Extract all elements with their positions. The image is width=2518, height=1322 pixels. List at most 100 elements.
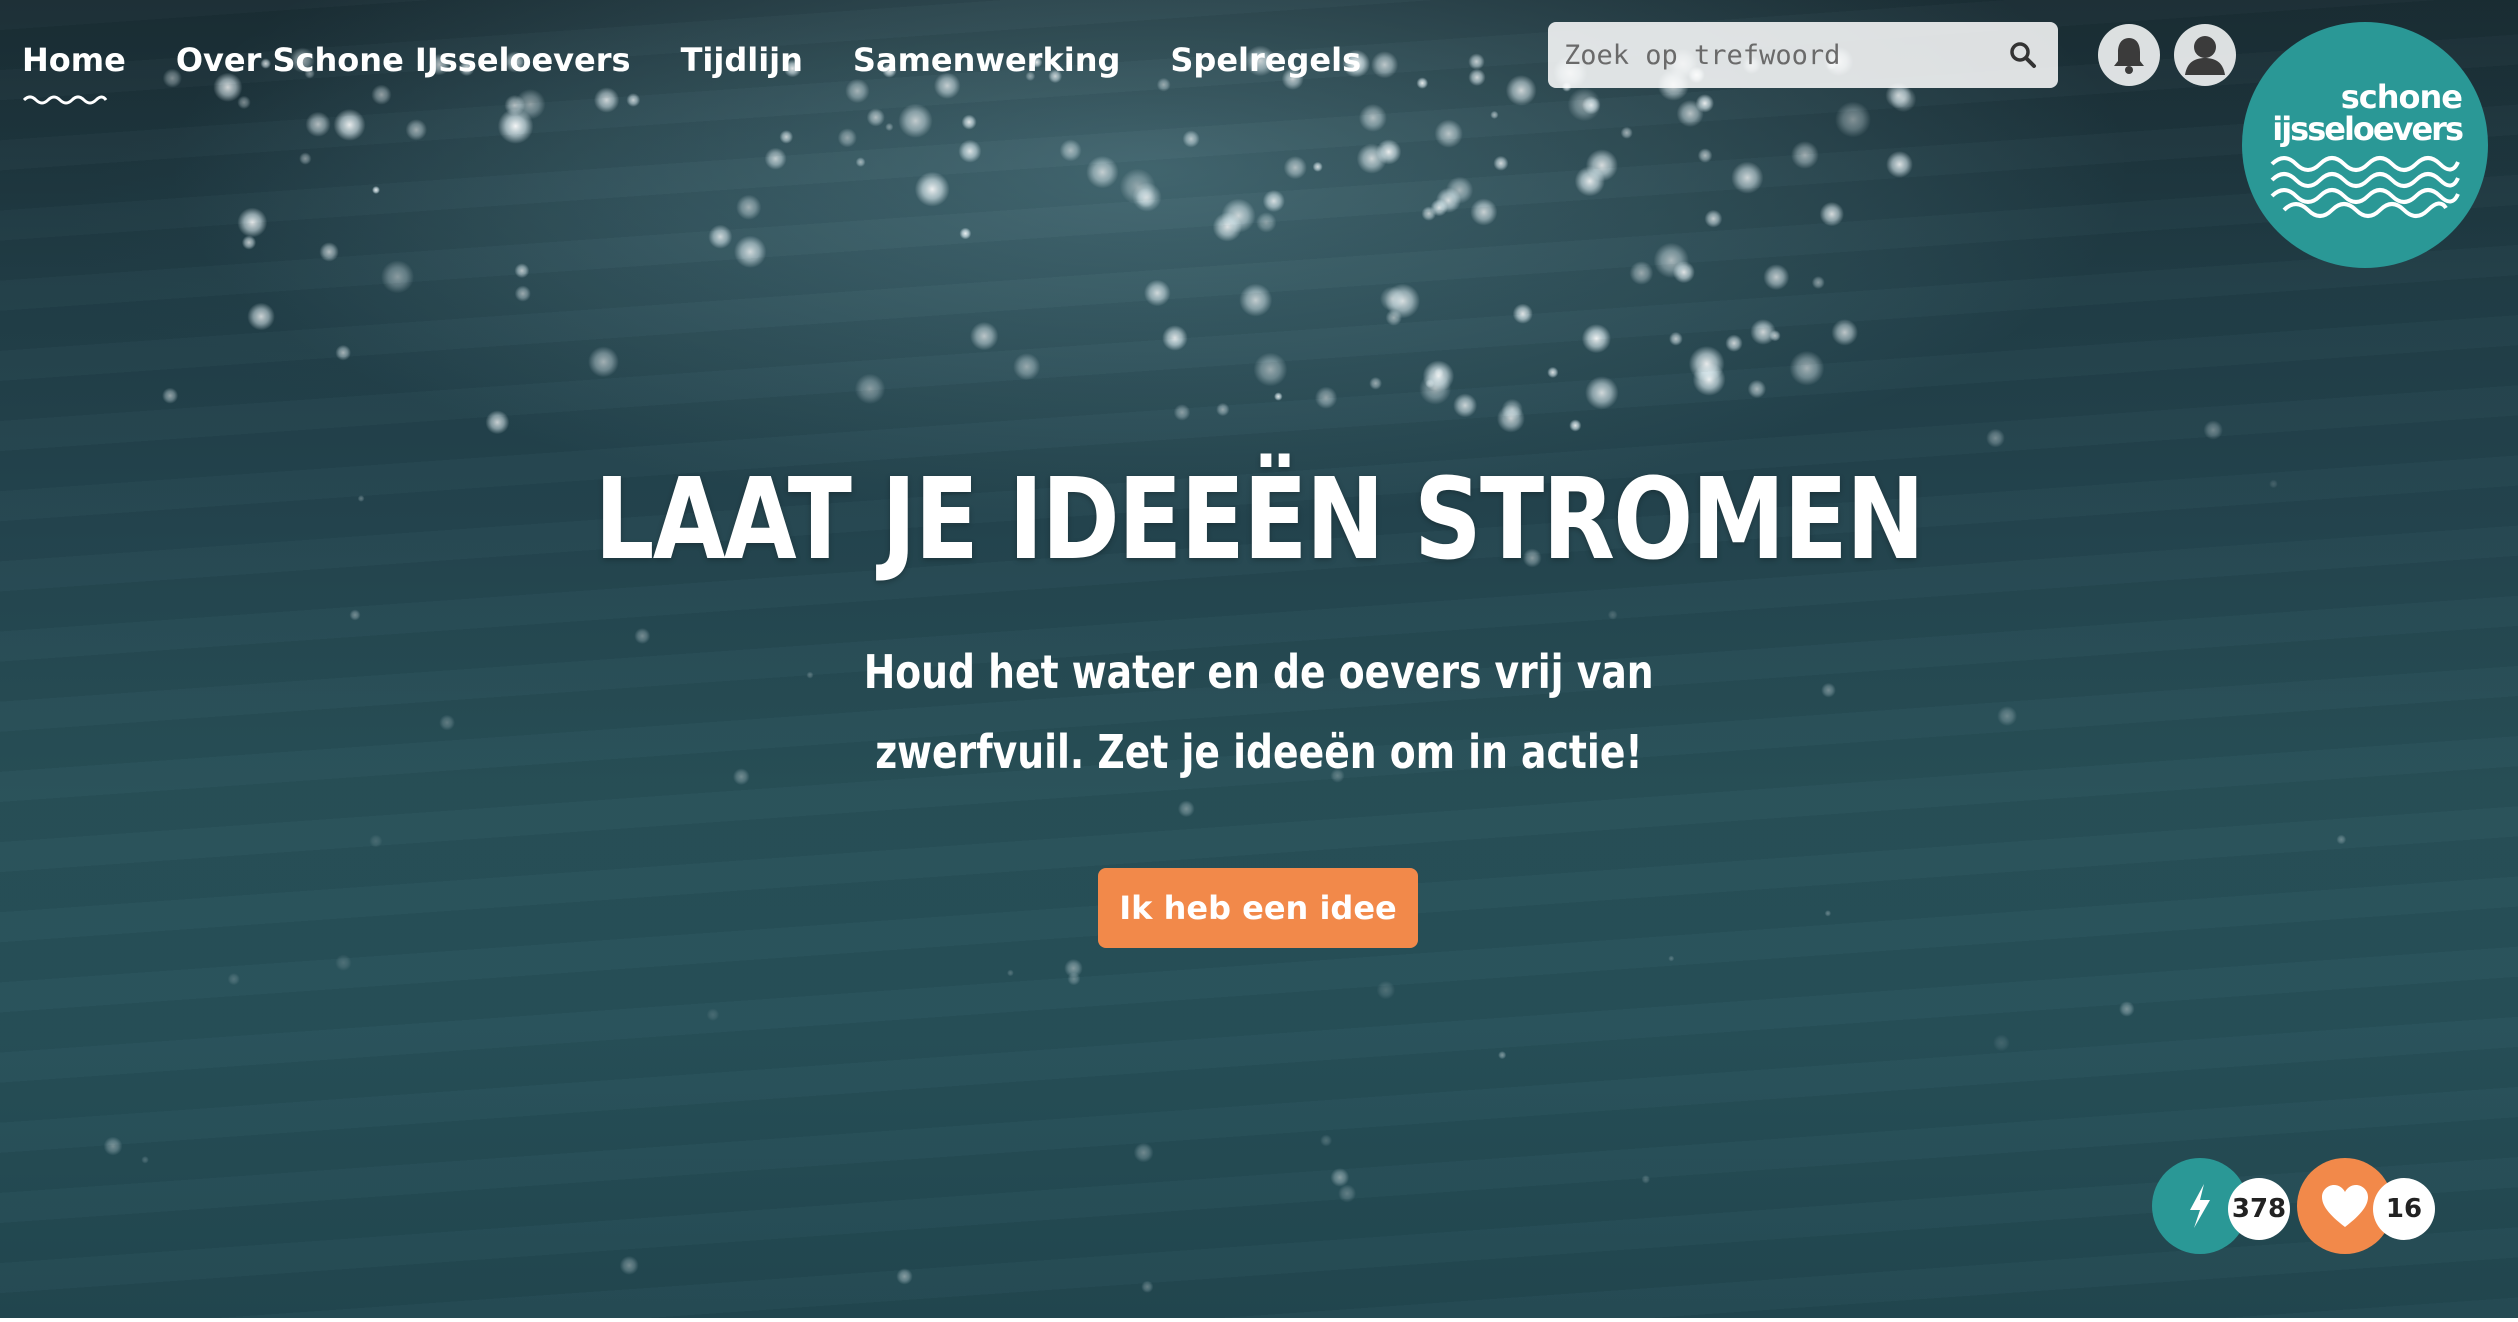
light-bubble <box>1256 212 1277 233</box>
light-bubble <box>1676 99 1704 128</box>
light-bubble <box>405 119 427 141</box>
light-bubble <box>1013 353 1041 381</box>
light-bubble <box>1582 96 1601 115</box>
light-bubble <box>1574 166 1605 197</box>
light-bubble <box>485 410 510 435</box>
logo-waves-icon <box>2270 156 2460 218</box>
light-bubble <box>734 235 767 268</box>
light-bubble <box>588 346 619 378</box>
light-bubble <box>1581 324 1611 354</box>
light-bubble <box>1986 428 2005 448</box>
light-bubble <box>1692 363 1726 396</box>
light-bubble <box>1470 198 1498 226</box>
site-logo[interactable]: schone ijsseloevers <box>2242 22 2488 268</box>
nav-item-samenwerking[interactable]: Samenwerking <box>853 36 1120 84</box>
nav-item-label: Samenwerking <box>852 41 1121 79</box>
light-bubble <box>1505 75 1537 106</box>
light-bubble <box>515 89 546 120</box>
light-bubble <box>1064 958 1083 978</box>
light-bubble <box>1890 86 1917 113</box>
light-bubble <box>1763 264 1790 291</box>
light-bubble <box>779 130 794 144</box>
light-bubble <box>1731 161 1764 194</box>
light-bubble <box>958 139 982 163</box>
nav-item-tijdlijn[interactable]: Tijdlijn <box>681 36 803 84</box>
nav-item-over[interactable]: Over Schone IJsseloevers <box>176 36 631 84</box>
light-bubble <box>1567 87 1602 122</box>
light-bubble <box>305 111 331 137</box>
notifications-button[interactable] <box>2098 24 2160 86</box>
light-bubble <box>1419 372 1452 405</box>
light-bubble <box>1253 352 1288 387</box>
light-bubble <box>1585 149 1618 182</box>
light-bubble <box>1725 334 1743 352</box>
light-bubble <box>1221 198 1256 233</box>
nav-item-spelregels[interactable]: Spelregels <box>1170 36 1361 84</box>
light-bubble <box>1421 206 1437 221</box>
light-bubble <box>1695 94 1715 113</box>
light-bubble <box>141 1156 149 1164</box>
nav-item-home[interactable]: Home <box>22 36 126 105</box>
light-bubble <box>514 263 530 279</box>
light-bubble <box>1668 955 1675 962</box>
nav-item-label: Spelregels <box>1170 41 1362 79</box>
light-bubble <box>1430 199 1448 217</box>
light-bubble <box>1547 366 1559 378</box>
light-bubble <box>237 207 268 238</box>
light-bubble <box>1422 360 1455 392</box>
light-bubble <box>1607 610 1618 620</box>
light-bubble <box>369 834 383 848</box>
light-bubble <box>1067 972 1081 986</box>
light-bubble <box>371 84 392 105</box>
light-bubble <box>1376 139 1402 165</box>
light-bubble <box>1144 279 1171 307</box>
light-bubble <box>1385 309 1403 326</box>
light-bubble <box>1338 1184 1357 1203</box>
light-bubble <box>335 954 352 971</box>
light-bubble <box>1177 800 1195 818</box>
light-bubble <box>764 147 787 170</box>
light-bubble <box>914 171 950 207</box>
light-bubble <box>1672 261 1695 284</box>
search-bar <box>1548 22 2058 88</box>
light-bubble <box>896 1268 913 1285</box>
light-bubble <box>237 95 251 110</box>
light-bubble <box>1133 1142 1154 1163</box>
light-bubble <box>1141 1280 1154 1293</box>
light-bubble <box>1789 350 1825 386</box>
light-bubble <box>247 302 275 331</box>
light-bubble <box>1688 345 1725 382</box>
light-bubble <box>1132 182 1162 212</box>
light-bubble <box>1416 77 1429 89</box>
account-button[interactable] <box>2174 24 2236 86</box>
nav-item-label: Tijdlijn <box>680 41 803 79</box>
light-bubble <box>1379 286 1405 312</box>
light-bubble <box>1330 1168 1350 1187</box>
light-bubble <box>1356 143 1387 174</box>
light-bubble <box>1886 151 1913 178</box>
light-bubble <box>619 1255 639 1275</box>
light-bubble <box>1446 176 1474 204</box>
search-input[interactable] <box>1548 22 1988 88</box>
light-bubble <box>1135 188 1156 208</box>
light-bubble <box>1811 276 1825 289</box>
hero-section: Home Over Schone IJsseloevers Tijdlijn S… <box>0 0 2518 1318</box>
submit-idea-button[interactable]: Ik heb een idee <box>1098 868 1418 948</box>
light-bubble <box>1501 398 1523 421</box>
light-bubble <box>1747 379 1767 399</box>
light-bubble <box>504 94 525 116</box>
user-icon <box>2185 36 2225 75</box>
light-bubble <box>1496 404 1525 433</box>
light-bubble <box>333 108 366 141</box>
light-bubble <box>970 321 999 351</box>
light-bubble <box>1512 303 1533 324</box>
bell-icon <box>2114 38 2144 74</box>
light-bubble <box>1769 330 1781 342</box>
light-bubble <box>708 224 733 249</box>
light-bubble <box>335 344 352 361</box>
light-bubble <box>1468 68 1486 86</box>
light-bubble <box>1274 392 1283 401</box>
light-bubble <box>497 108 534 144</box>
search-icon[interactable] <box>2008 40 2038 70</box>
light-bubble <box>1669 331 1683 346</box>
